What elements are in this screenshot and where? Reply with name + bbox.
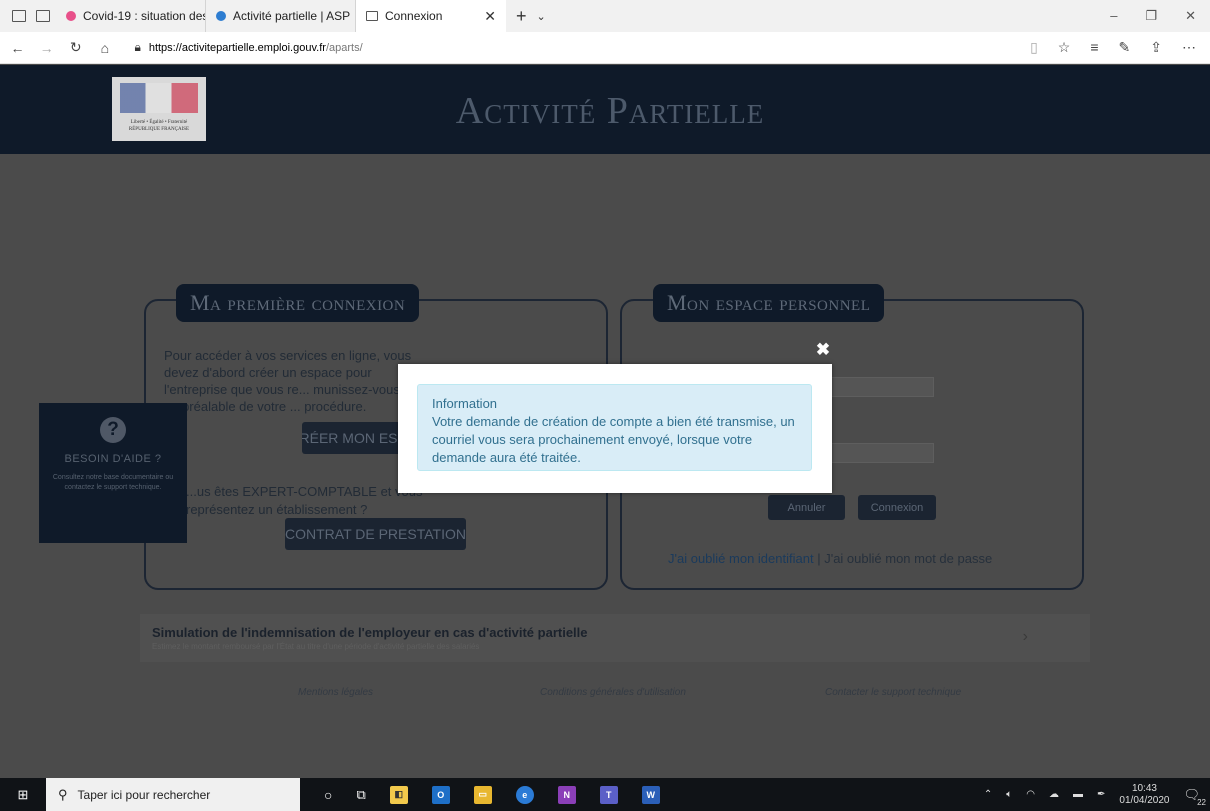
word-icon[interactable]: W	[641, 785, 660, 804]
pen-icon[interactable]: ✎	[1119, 39, 1131, 56]
task-view-icon[interactable]: ⧉	[356, 787, 365, 803]
windows-taskbar: ⊞ ⚲ Taper ici pour rechercher ○ ⧉ ◧ O ▭ …	[0, 778, 1210, 811]
first-login-text: Pour accéder à vos services en ligne, vo…	[164, 348, 412, 414]
file-explorer-icon[interactable]: ▭	[473, 785, 492, 804]
onenote-icon[interactable]: N	[557, 785, 576, 804]
browser-tab-asp[interactable]: Activité partielle | ASP	[206, 0, 356, 32]
more-menu-icon[interactable]: ⋯	[1182, 39, 1196, 56]
start-button[interactable]: ⊞	[0, 778, 46, 811]
show-hidden-icons-icon[interactable]: ⌃	[984, 789, 992, 800]
cortana-icon[interactable]: ○	[324, 787, 332, 803]
url-field[interactable]: 🔒︎ https://activitepartielle.emploi.gouv…	[134, 36, 1030, 60]
simulation-title: Simulation de l'indemnisation de l'emplo…	[152, 625, 588, 640]
favorite-star-icon[interactable]: ☆	[1058, 39, 1071, 56]
tab-list-chevron-icon[interactable]: ⌄	[537, 10, 546, 23]
store-icon[interactable]: ◧	[389, 785, 408, 804]
information-modal: Information Votre demande de création de…	[398, 364, 832, 493]
tab-favicon-icon	[216, 11, 226, 21]
browser-tab-bar: Covid-19 : situation des sala Activité p…	[0, 0, 1210, 32]
address-bar: ← → ↻ ⌂ 🔒︎ https://activitepartielle.emp…	[0, 32, 1210, 64]
search-placeholder: Taper ici pour rechercher	[77, 787, 211, 802]
tab-favicon-icon	[66, 11, 76, 21]
system-tray: ⌃ 🔈︎ ◠ ☁ ▬ ✒ 10:43 01/04/2020 🗨︎ 22	[984, 783, 1210, 807]
network-icon[interactable]: ◠	[1026, 789, 1035, 800]
browser-tab-connexion[interactable]: Connexion ✕	[356, 0, 506, 32]
browser-tab-covid[interactable]: Covid-19 : situation des sala	[56, 0, 206, 32]
share-icon[interactable]: ⇪	[1150, 39, 1162, 56]
clock[interactable]: 10:43 01/04/2020	[1119, 783, 1169, 807]
search-icon: ⚲	[58, 786, 68, 802]
forward-arrow-icon[interactable]: →	[35, 40, 58, 56]
notifications-icon[interactable]: 🗨︎ 22	[1183, 787, 1206, 807]
edge-icon[interactable]: e	[515, 785, 534, 804]
first-login-heading: Ma première connexion	[176, 284, 420, 322]
terms-link[interactable]: Conditions générales d'utilisation	[540, 687, 686, 698]
help-widget[interactable]: ? BESOIN D'AIDE ? Consultez notre base d…	[39, 403, 187, 543]
simulation-subtitle: Estimez le montant remboursé par l'État …	[152, 642, 480, 651]
alert-title: Information	[432, 396, 498, 411]
refresh-icon[interactable]: ↻	[64, 39, 87, 56]
new-tab-button[interactable]: +	[516, 6, 527, 27]
question-mark-icon: ?	[100, 417, 126, 443]
onedrive-icon[interactable]: ☁	[1049, 789, 1059, 800]
url-path: /aparts/	[325, 41, 363, 54]
reading-view-icon[interactable]: ▯	[1030, 39, 1038, 56]
pen-workspace-icon[interactable]: ✒	[1097, 789, 1105, 800]
site-header: Liberté • Égalité • Fraternité RÉPUBLIQU…	[0, 65, 1210, 154]
set-aside-tabs-icon[interactable]	[36, 10, 50, 22]
toolbar-right: ▯ ☆ ≡ ✎ ⇪ ⋯	[1030, 39, 1210, 56]
tab-label: Connexion	[385, 9, 443, 23]
volume-icon[interactable]: 🔈︎	[1006, 789, 1012, 800]
close-tab-icon[interactable]: ✕	[484, 8, 496, 25]
link-separator: |	[817, 551, 821, 566]
tab-actions-icon[interactable]	[12, 10, 26, 22]
legal-notice-link[interactable]: Mentions légales	[298, 687, 373, 698]
contract-button[interactable]: CONTRAT DE PRESTATION	[285, 518, 466, 550]
back-arrow-icon[interactable]: ←	[6, 40, 29, 56]
site-title: Activité Partielle	[455, 90, 765, 132]
alert-message: Votre demande de création de compte a bi…	[432, 414, 795, 465]
battery-icon[interactable]: ▬	[1073, 789, 1083, 800]
forgot-password-link[interactable]: J'ai oublié mon mot de passe	[824, 551, 992, 566]
chevron-right-icon: ›	[1022, 628, 1028, 645]
personal-space-heading: Mon espace personnel	[653, 284, 885, 322]
close-window-icon[interactable]: ✕	[1185, 8, 1196, 24]
forgot-id-link[interactable]: J'ai oublié mon identifiant	[668, 551, 814, 566]
help-title: BESOIN D'AIDE ?	[64, 453, 162, 465]
window-controls: – ❐ ✕	[1110, 8, 1210, 24]
taskbar-apps: ○ ⧉ ◧ O ▭ e N T W	[324, 785, 660, 804]
favorites-list-icon[interactable]: ≡	[1090, 39, 1098, 56]
info-alert: Information Votre demande de création de…	[417, 384, 812, 471]
windows-logo-icon: ⊞	[17, 786, 29, 802]
taskbar-search[interactable]: ⚲ Taper ici pour rechercher	[46, 778, 300, 811]
republique-francaise-logo[interactable]: Liberté • Égalité • Fraternité RÉPUBLIQU…	[112, 77, 206, 141]
lock-icon: 🔒︎	[134, 40, 141, 54]
logo-text: Liberté • Égalité • Fraternité RÉPUBLIQU…	[128, 120, 190, 132]
modal-close-icon[interactable]: ✖	[812, 340, 834, 360]
minimize-icon[interactable]: –	[1110, 8, 1117, 24]
support-link[interactable]: Contacter le support technique	[825, 687, 961, 698]
help-text: Consultez notre base documentaire ou con…	[52, 474, 174, 491]
notification-count: 22	[1197, 797, 1206, 807]
home-icon[interactable]: ⌂	[93, 40, 116, 56]
tab-label: Covid-19 : situation des sala	[83, 9, 205, 23]
tab-label: Activité partielle | ASP	[233, 9, 351, 23]
forgot-links: J'ai oublié mon identifiant | J'ai oubli…	[668, 551, 992, 566]
clock-date: 01/04/2020	[1119, 794, 1170, 806]
login-button[interactable]: Connexion	[858, 495, 936, 520]
tab-page-icon	[366, 11, 378, 21]
clock-time: 10:43	[1131, 782, 1157, 794]
teams-icon[interactable]: T	[599, 785, 618, 804]
outlook-icon[interactable]: O	[431, 785, 450, 804]
simulation-link[interactable]: Simulation de l'indemnisation de l'emplo…	[140, 614, 1090, 662]
url-host: https://activitepartielle.emploi.gouv.fr	[148, 41, 326, 54]
restore-icon[interactable]: ❐	[1145, 8, 1157, 24]
cancel-button[interactable]: Annuler	[768, 495, 845, 520]
